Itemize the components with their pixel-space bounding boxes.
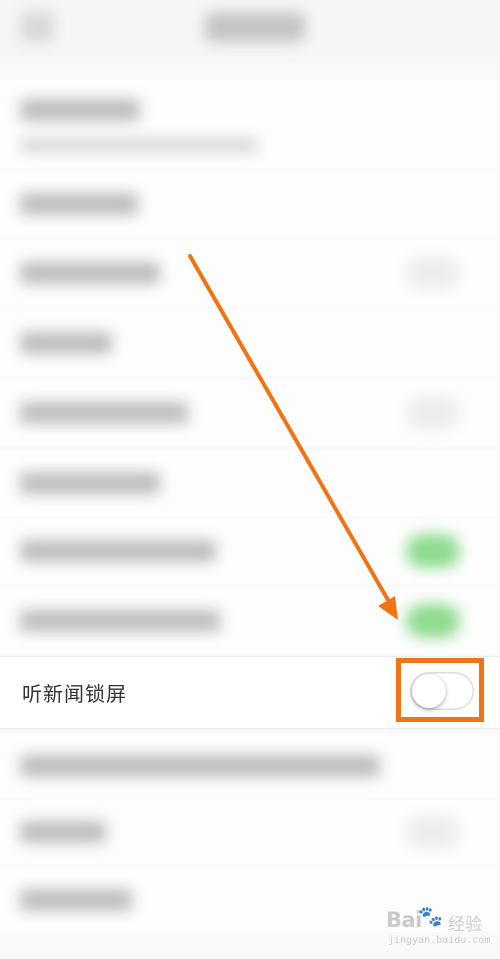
list-item-label: [20, 193, 138, 215]
listen-news-lockscreen-label: 听新闻锁屏: [22, 682, 127, 706]
list-item[interactable]: [0, 734, 500, 798]
list-item-label: [20, 610, 220, 632]
toggle-switch[interactable]: [406, 816, 460, 848]
toggle-switch[interactable]: [406, 397, 460, 429]
list-item-label: [20, 821, 106, 843]
toggle-switch[interactable]: [406, 257, 460, 289]
list-item-label: [20, 262, 160, 284]
list-item[interactable]: [0, 518, 500, 584]
list-item[interactable]: [0, 240, 500, 306]
nav-bar: [0, 0, 500, 62]
list-item-label: [20, 540, 216, 562]
page-title: [205, 12, 305, 42]
list-item-description: [20, 138, 258, 152]
list-item[interactable]: [0, 800, 500, 864]
toggle-switch[interactable]: [406, 534, 460, 568]
list-item[interactable]: [0, 172, 500, 236]
watermark-brand: Bai: [386, 908, 422, 932]
list-item-label: [20, 889, 132, 911]
toggle-switch[interactable]: [406, 604, 460, 638]
baidu-jingyan-watermark: Bai 🐾 经验 jingyan.baidu.com: [382, 904, 494, 954]
list-item-label: [20, 99, 140, 121]
list-item-label: [20, 402, 188, 424]
list-item[interactable]: [0, 588, 500, 654]
back-arrow-icon[interactable]: [20, 12, 54, 42]
list-item[interactable]: [0, 380, 500, 446]
list-item-label: [20, 472, 160, 494]
list-item-label: [20, 755, 380, 777]
list-item[interactable]: [0, 310, 500, 376]
toggle-knob: [412, 674, 446, 708]
list-item-label: [20, 332, 112, 354]
baidu-paw-icon: 🐾: [418, 904, 443, 928]
list-item[interactable]: [0, 80, 500, 168]
listen-news-lockscreen-toggle[interactable]: [410, 672, 474, 710]
list-item[interactable]: [0, 450, 500, 516]
watermark-url: jingyan.baidu.com: [388, 935, 491, 946]
watermark-brand-suffix: 经验: [448, 915, 482, 935]
